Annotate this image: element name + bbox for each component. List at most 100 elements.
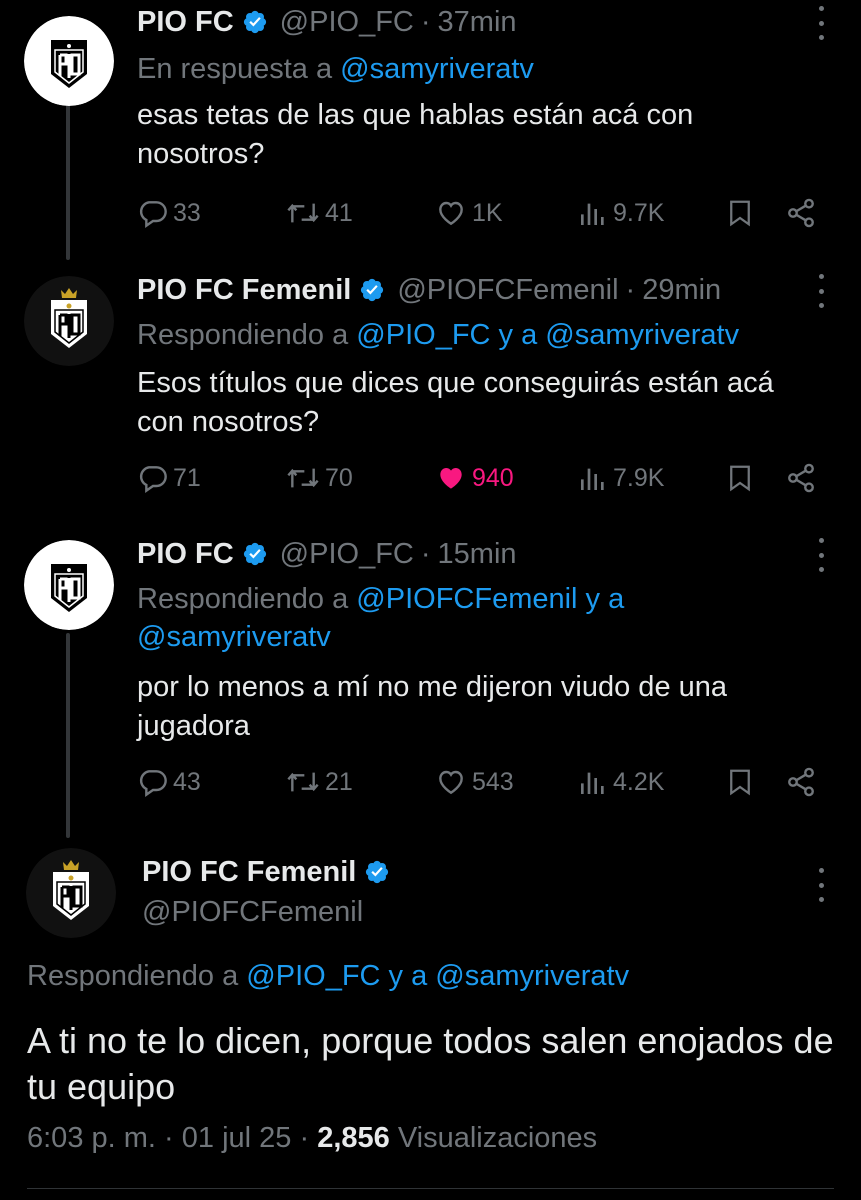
retweet-button[interactable]: 70 bbox=[285, 458, 353, 498]
handle[interactable]: @PIO_FC bbox=[280, 538, 414, 571]
reply-button[interactable]: 43 bbox=[137, 762, 201, 802]
avatar[interactable] bbox=[26, 848, 116, 938]
views-button[interactable]: 9.7K bbox=[577, 193, 664, 233]
retweet-icon bbox=[285, 197, 321, 229]
mention-link[interactable]: @PIO_FC bbox=[356, 319, 490, 351]
bookmark-button[interactable] bbox=[725, 193, 755, 233]
tweet-text: por lo menos a mí no me dijeron viudo de… bbox=[137, 671, 728, 742]
tweet-text: esas tetas de las que hablas están acá c… bbox=[137, 99, 694, 170]
display-name[interactable]: PIO FC Femenil bbox=[137, 274, 351, 307]
timestamp[interactable]: 15min bbox=[438, 538, 517, 571]
reply-joiner: y a bbox=[577, 583, 625, 615]
reply-icon bbox=[137, 197, 169, 229]
more-vertical-icon[interactable] bbox=[811, 6, 831, 40]
mention-link[interactable]: @samyriveratv bbox=[545, 319, 739, 351]
date[interactable]: 01 jul 25 bbox=[182, 1122, 292, 1154]
separator-dot: · bbox=[155, 1122, 182, 1154]
share-button[interactable] bbox=[785, 762, 817, 802]
views-count: 7.9K bbox=[613, 463, 665, 492]
divider bbox=[27, 1188, 834, 1189]
reply-context: Respondiendo a @PIO_FC y a @samyriveratv bbox=[27, 960, 629, 993]
separator-dot: · bbox=[420, 5, 431, 38]
verified-badge-icon bbox=[242, 9, 268, 35]
reply-count: 43 bbox=[173, 767, 201, 796]
views-count: 9.7K bbox=[613, 198, 665, 227]
avatar[interactable] bbox=[24, 16, 114, 106]
more-vertical-icon[interactable] bbox=[811, 274, 831, 308]
timestamp[interactable]: 37min bbox=[438, 6, 517, 39]
verified-badge-icon bbox=[359, 277, 385, 303]
retweet-button[interactable]: 21 bbox=[285, 762, 353, 802]
display-name[interactable]: PIO FC bbox=[137, 538, 234, 571]
handle[interactable]: @PIOFCFemenil bbox=[142, 892, 402, 932]
like-count: 543 bbox=[472, 767, 514, 796]
avatar[interactable] bbox=[24, 540, 114, 630]
heart-filled-icon bbox=[434, 462, 468, 494]
reply-joiner: y a bbox=[490, 319, 546, 351]
bookmark-icon bbox=[725, 462, 755, 494]
tweet-text: A ti no te lo dicen, porque todos salen … bbox=[27, 1020, 834, 1107]
tweet[interactable]: PIO FC Femenil @PIOFCFemenil · 29min Res… bbox=[0, 268, 861, 528]
main-tweet-header: PIO FC Femenil @PIOFCFemenil bbox=[142, 852, 402, 932]
share-button[interactable] bbox=[785, 458, 817, 498]
separator-dot: · bbox=[625, 273, 636, 306]
reply-button[interactable]: 33 bbox=[137, 193, 201, 233]
reply-prefix: Respondiendo a bbox=[137, 583, 357, 615]
like-button[interactable]: 543 bbox=[434, 762, 514, 802]
views-label: Visualizaciones bbox=[389, 1122, 598, 1154]
mention-link[interactable]: @samyriveratv bbox=[137, 621, 331, 653]
timestamp[interactable]: 29min bbox=[642, 274, 721, 307]
avatar[interactable] bbox=[24, 276, 114, 366]
reply-icon bbox=[137, 462, 169, 494]
heart-icon bbox=[434, 197, 468, 229]
more-vertical-icon[interactable] bbox=[811, 538, 831, 572]
handle[interactable]: @PIO_FC bbox=[280, 6, 414, 39]
reply-context: Respondiendo a @PIO_FC y a @samyriveratv bbox=[137, 316, 739, 354]
share-icon bbox=[785, 197, 817, 229]
retweet-icon bbox=[285, 766, 321, 798]
more-vertical-icon[interactable] bbox=[811, 868, 831, 902]
reply-button[interactable]: 71 bbox=[137, 458, 201, 498]
views-icon bbox=[577, 766, 609, 798]
reply-count: 33 bbox=[173, 198, 201, 227]
reply-context: En respuesta a @samyriveratv bbox=[137, 50, 534, 88]
retweet-icon bbox=[285, 462, 321, 494]
views-count: 4.2K bbox=[613, 767, 665, 796]
verified-badge-icon bbox=[364, 859, 390, 885]
bookmark-icon bbox=[725, 197, 755, 229]
reply-prefix: En respuesta a bbox=[137, 53, 341, 85]
bookmark-button[interactable] bbox=[725, 458, 755, 498]
views-button[interactable]: 4.2K bbox=[577, 762, 664, 802]
retweet-count: 70 bbox=[325, 463, 353, 492]
tweet-meta: 6:03 p. m. · 01 jul 25 · 2,856 Visualiza… bbox=[27, 1122, 597, 1155]
share-icon bbox=[785, 766, 817, 798]
like-count: 1K bbox=[472, 198, 503, 227]
views-icon bbox=[577, 197, 609, 229]
display-name[interactable]: PIO FC bbox=[137, 6, 234, 39]
bookmark-button[interactable] bbox=[725, 762, 755, 802]
handle[interactable]: @PIOFCFemenil bbox=[397, 274, 618, 307]
like-button[interactable]: 1K bbox=[434, 193, 503, 233]
reply-icon bbox=[137, 766, 169, 798]
separator-dot: · bbox=[291, 1122, 318, 1154]
mention-link[interactable]: @PIO_FC bbox=[246, 960, 380, 992]
like-button[interactable]: 940 bbox=[434, 458, 514, 498]
mention-link[interactable]: @samyriveratv bbox=[340, 53, 534, 85]
retweet-count: 21 bbox=[325, 767, 353, 796]
verified-badge-icon bbox=[242, 541, 268, 567]
action-bar: 43 21 543 4.2K bbox=[137, 762, 827, 802]
mention-link[interactable]: @PIOFCFemenil bbox=[356, 583, 577, 615]
views-button[interactable]: 7.9K bbox=[577, 458, 664, 498]
mention-link[interactable]: @samyriveratv bbox=[435, 960, 629, 992]
tweet-text: Esos títulos que dices que conseguirás e… bbox=[137, 367, 774, 438]
timestamp[interactable]: 6:03 p. m. bbox=[27, 1122, 156, 1154]
heart-icon bbox=[434, 766, 468, 798]
views-count[interactable]: 2,856 bbox=[317, 1122, 390, 1154]
reply-prefix: Respondiendo a bbox=[27, 960, 247, 992]
share-button[interactable] bbox=[785, 193, 817, 233]
retweet-button[interactable]: 41 bbox=[285, 193, 353, 233]
tweet[interactable]: PIO FC @PIO_FC · 15min Respondiendo a @P… bbox=[0, 532, 861, 832]
display-name[interactable]: PIO FC Femenil bbox=[142, 856, 356, 889]
tweet[interactable]: PIO FC @PIO_FC · 37min En respuesta a @s… bbox=[0, 0, 861, 260]
retweet-count: 41 bbox=[325, 198, 353, 227]
